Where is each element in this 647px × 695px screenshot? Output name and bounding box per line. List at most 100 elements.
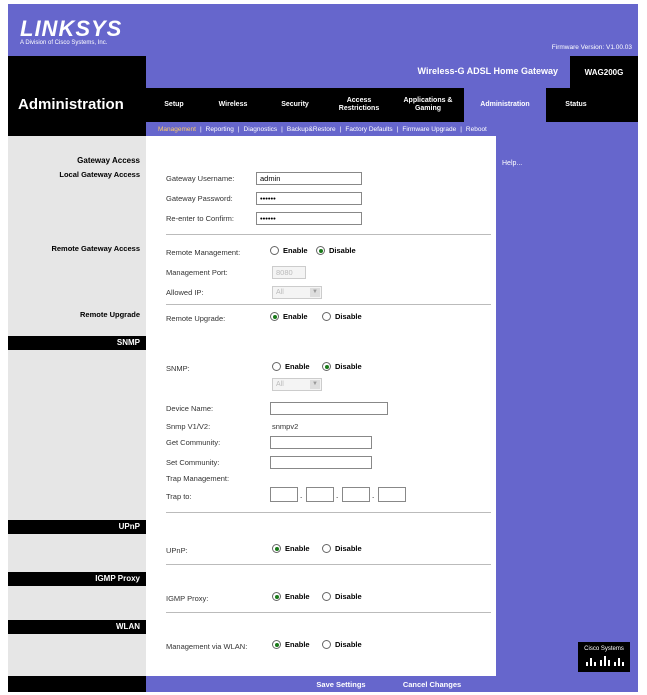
management-port-label: Management Port: xyxy=(166,268,228,277)
section-igmp-proxy: IGMP Proxy xyxy=(8,572,146,586)
tab-security[interactable]: Security xyxy=(264,88,326,122)
header: LINKSYS A Division of Cisco Systems, Inc… xyxy=(8,4,638,56)
trap-ip-octet-2[interactable] xyxy=(306,487,334,502)
divider xyxy=(166,612,491,613)
linksys-logo: LINKSYS xyxy=(20,16,123,41)
management-via-wlan-label: Management via WLAN: xyxy=(166,642,248,651)
trap-ip-octet-1[interactable] xyxy=(270,487,298,502)
tab-applications-gaming[interactable]: Applications & Gaming xyxy=(392,88,464,122)
snmp-disable-radio[interactable]: Disable xyxy=(322,362,362,371)
confirm-password-input[interactable]: •••••• xyxy=(256,212,362,225)
upnp-disable-radio[interactable]: Disable xyxy=(322,544,362,553)
logo-subtitle: A Division of Cisco Systems, Inc. xyxy=(20,40,108,46)
tab-status[interactable]: Status xyxy=(546,88,606,122)
help-link[interactable]: Help... xyxy=(502,160,522,167)
allowed-ip-select[interactable]: All ▼ xyxy=(272,286,322,299)
help-panel: Help... Cisco Systems xyxy=(496,136,638,676)
trap-ip-octet-3[interactable] xyxy=(342,487,370,502)
radio-off-icon xyxy=(322,640,331,649)
radio-label: Disable xyxy=(335,640,362,649)
remote-management-disable-radio[interactable]: Disable xyxy=(316,246,356,255)
page-title: Administration xyxy=(18,96,124,113)
chevron-down-icon: ▼ xyxy=(310,288,320,297)
wlan-disable-radio[interactable]: Disable xyxy=(322,640,362,649)
product-name: Wireless-G ADSL Home Gateway xyxy=(417,66,558,76)
subtab-backup-restore[interactable]: Backup&Restore xyxy=(283,126,340,133)
trap-management-label: Trap Management: xyxy=(166,474,230,483)
cancel-changes-button[interactable]: Cancel Changes xyxy=(392,678,472,690)
remote-upgrade-enable-radio[interactable]: Enable xyxy=(270,312,308,321)
radio-on-icon xyxy=(270,312,279,321)
radio-label: Disable xyxy=(335,592,362,601)
radio-label: Enable xyxy=(283,246,308,255)
product-row: Wireless-G ADSL Home Gateway WAG200G xyxy=(146,56,638,88)
ip-dot: . xyxy=(372,491,375,500)
cisco-bars-icon xyxy=(586,656,624,666)
snmp-version-label: Snmp V1/V2: xyxy=(166,422,211,431)
ip-dot: . xyxy=(300,491,303,500)
subtab-firmware-upgrade[interactable]: Firmware Upgrade xyxy=(398,126,460,133)
cisco-systems-logo: Cisco Systems xyxy=(578,642,630,672)
tab-access-restrictions[interactable]: Access Restrictions xyxy=(326,88,392,122)
username-input[interactable]: admin xyxy=(256,172,362,185)
username-label: Gateway Username: xyxy=(166,174,235,183)
section-upnp: UPnP xyxy=(8,520,146,534)
device-name-input[interactable] xyxy=(270,402,388,415)
igmp-disable-radio[interactable]: Disable xyxy=(322,592,362,601)
page-frame: LINKSYS A Division of Cisco Systems, Inc… xyxy=(8,4,638,692)
radio-label: Enable xyxy=(283,312,308,321)
subtab-management[interactable]: Management xyxy=(154,126,200,133)
radio-label: Disable xyxy=(335,312,362,321)
remote-upgrade-disable-radio[interactable]: Disable xyxy=(322,312,362,321)
radio-off-icon xyxy=(272,362,281,371)
remote-management-label: Remote Management: xyxy=(166,248,241,257)
tab-administration[interactable]: Administration xyxy=(464,88,546,122)
wlan-enable-radio[interactable]: Enable xyxy=(272,640,310,649)
divider xyxy=(166,512,491,513)
divider xyxy=(166,304,491,305)
snmp-enable-radio[interactable]: Enable xyxy=(272,362,310,371)
management-port-input[interactable]: 8080 xyxy=(272,266,306,279)
igmp-enable-radio[interactable]: Enable xyxy=(272,592,310,601)
footer-left xyxy=(8,676,146,692)
radio-off-icon xyxy=(322,544,331,553)
section-wlan: WLAN xyxy=(8,620,146,634)
save-settings-button[interactable]: Save Settings xyxy=(306,678,376,690)
radio-label: Enable xyxy=(285,592,310,601)
remote-management-enable-radio[interactable]: Enable xyxy=(270,246,308,255)
get-community-input[interactable] xyxy=(270,436,372,449)
set-community-input[interactable] xyxy=(270,456,372,469)
section-snmp: SNMP xyxy=(8,336,146,350)
get-community-label: Get Community: xyxy=(166,438,221,447)
sub-tabs: Management | Reporting | Diagnostics | Back… xyxy=(146,122,638,136)
settings-form: Gateway Username: admin Gateway Password… xyxy=(146,136,496,676)
footer: Save Settings Cancel Changes xyxy=(146,676,638,692)
subtab-reboot[interactable]: Reboot xyxy=(462,126,491,133)
igmp-proxy-label: IGMP Proxy: xyxy=(166,594,209,603)
firmware-version: Firmware Version: V1.00.03 xyxy=(551,44,632,51)
trap-to-label: Trap to: xyxy=(166,492,192,501)
radio-label: Disable xyxy=(335,362,362,371)
upnp-enable-radio[interactable]: Enable xyxy=(272,544,310,553)
tab-setup[interactable]: Setup xyxy=(146,88,202,122)
trap-ip-octet-4[interactable] xyxy=(378,487,406,502)
subtab-reporting[interactable]: Reporting xyxy=(202,126,238,133)
snmp-label: SNMP: xyxy=(166,364,190,373)
select-value: All xyxy=(276,381,284,388)
radio-label: Enable xyxy=(285,362,310,371)
ip-dot: . xyxy=(336,491,339,500)
subtab-factory-defaults[interactable]: Factory Defaults xyxy=(341,126,396,133)
password-input[interactable]: •••••• xyxy=(256,192,362,205)
radio-off-icon xyxy=(270,246,279,255)
upnp-label: UPnP: xyxy=(166,546,188,555)
snmp-select[interactable]: All ▼ xyxy=(272,378,322,391)
radio-on-icon xyxy=(322,362,331,371)
radio-label: Disable xyxy=(329,246,356,255)
radio-label: Disable xyxy=(335,544,362,553)
tab-wireless[interactable]: Wireless xyxy=(202,88,264,122)
snmp-version-value: snmpv2 xyxy=(272,422,299,431)
subtab-diagnostics[interactable]: Diagnostics xyxy=(240,126,282,133)
cisco-logo-text: Cisco Systems xyxy=(584,646,624,652)
radio-on-icon xyxy=(272,544,281,553)
main-tabs: Setup Wireless Security Access Restricti… xyxy=(146,88,638,122)
